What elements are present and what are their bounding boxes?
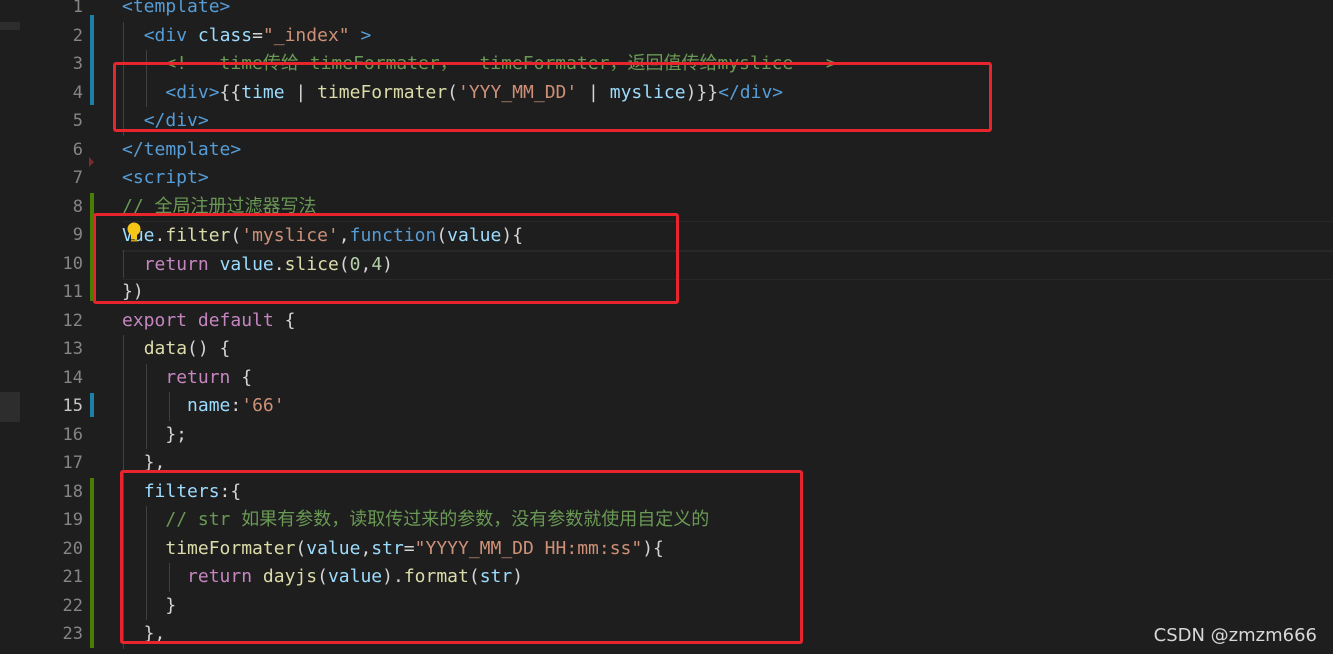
- indent-guide: [123, 335, 124, 364]
- code-token: </template>: [122, 138, 242, 160]
- line-number: 1: [72, 0, 83, 17]
- code-token: {: [230, 366, 253, 388]
- line-number: 4: [72, 82, 83, 103]
- code-line: </template>: [122, 136, 1333, 165]
- line-number: 18: [62, 481, 83, 502]
- annotation-box-local-filters: [120, 470, 803, 644]
- code-line: export default {: [122, 307, 1333, 336]
- git-modified-marker: [90, 15, 94, 105]
- code-token: >: [360, 24, 372, 46]
- git-modified-marker: [90, 393, 94, 417]
- git-added-marker: [90, 478, 94, 648]
- line-number: 13: [62, 339, 83, 359]
- code-token: "_index": [262, 24, 350, 46]
- activity-bar-marker: [0, 22, 20, 30]
- code-line: return {: [122, 364, 1333, 393]
- code-token: default: [197, 309, 274, 331]
- code-token: class: [197, 24, 253, 46]
- code-token: :: [230, 395, 242, 416]
- line-number: 23: [62, 624, 83, 644]
- line-number: 10: [62, 253, 83, 274]
- indent-guide: [169, 392, 170, 421]
- indent-guide: [123, 392, 124, 421]
- indent-guide: [146, 363, 147, 392]
- line-number: 17: [62, 453, 83, 473]
- code-line: <template>: [122, 0, 1333, 22]
- code-token: name: [187, 395, 231, 416]
- line-number: 5: [72, 111, 83, 131]
- line-number: 6: [72, 139, 83, 160]
- line-number: 19: [62, 510, 83, 530]
- indent-guide: [123, 21, 124, 50]
- indent-guide: [123, 363, 124, 392]
- code-line: <script>: [122, 164, 1333, 193]
- code-token: };: [122, 423, 188, 445]
- line-number: 22: [62, 595, 83, 616]
- code-line: data() {: [122, 335, 1333, 364]
- line-number: 21: [62, 567, 83, 587]
- line-number: 3: [72, 54, 83, 74]
- code-token: <template>: [122, 0, 231, 17]
- line-number: 7: [72, 168, 83, 188]
- indent-guide: [146, 420, 147, 449]
- line-number: 12: [62, 310, 83, 331]
- code-token: '66': [241, 395, 285, 416]
- indent-guide: [123, 420, 124, 449]
- activity-bar-marker: [0, 392, 20, 422]
- code-line: name:'66': [122, 392, 1333, 421]
- lightbulb-icon[interactable]: [126, 222, 142, 244]
- code-token: {: [273, 309, 296, 331]
- code-token: data: [143, 338, 188, 359]
- code-line: };: [122, 421, 1333, 450]
- code-token: () {: [187, 338, 231, 359]
- line-number: 2: [72, 25, 83, 46]
- activity-bar-strip: [0, 0, 20, 654]
- line-number: 11: [62, 282, 83, 302]
- line-number: 20: [62, 538, 83, 559]
- code-token: =: [252, 24, 263, 46]
- line-number: 14: [62, 367, 83, 388]
- code-token: <div: [143, 24, 188, 46]
- line-number: 9: [72, 225, 83, 245]
- code-token: export: [122, 309, 188, 331]
- line-number: 16: [62, 424, 83, 445]
- code-line: <div class="_index" >: [122, 22, 1333, 51]
- fold-arrow-icon[interactable]: [89, 157, 94, 167]
- annotation-box-global-filter: [93, 213, 679, 304]
- line-number: 15: [62, 396, 83, 416]
- line-number: 8: [72, 196, 83, 217]
- watermark: CSDN @zmzm666: [1153, 625, 1317, 646]
- annotation-box-template-filter: [113, 62, 992, 132]
- indent-guide: [146, 392, 147, 421]
- code-token: return: [165, 366, 231, 388]
- code-token: <script>: [122, 167, 209, 188]
